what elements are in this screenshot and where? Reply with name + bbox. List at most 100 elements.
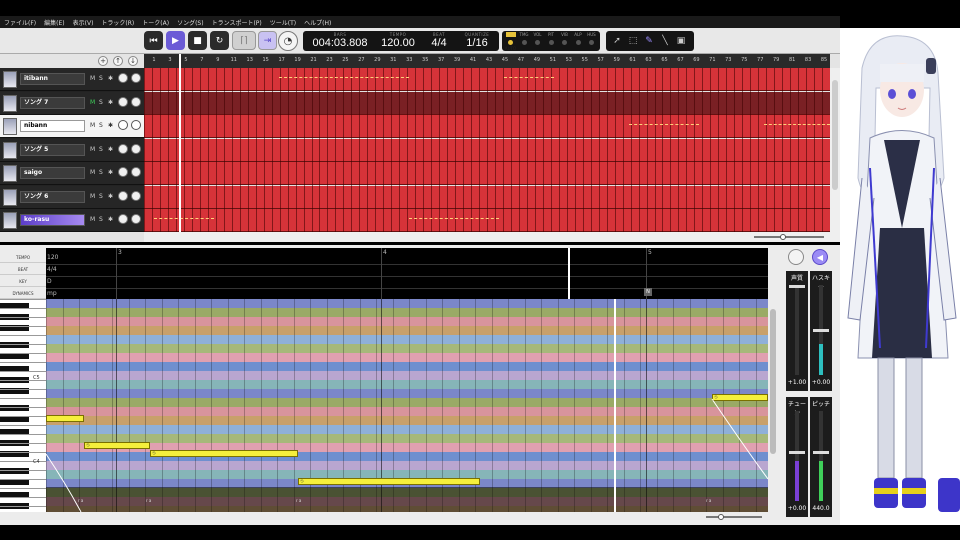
roll-vertical-scrollbar[interactable] — [768, 299, 778, 512]
fx-icon[interactable]: ✱ — [108, 193, 113, 200]
key-change-marker[interactable]: N — [644, 288, 652, 296]
pencil-icon[interactable]: ✎ — [642, 33, 656, 49]
slider-track[interactable] — [795, 285, 799, 375]
param-value[interactable]: +1.00 — [786, 379, 808, 386]
track-vertical-scrollbar[interactable] — [830, 68, 840, 232]
voice-avatar[interactable] — [3, 94, 17, 112]
param-toggle[interactable]: HUS — [585, 31, 598, 51]
piano-keyboard[interactable]: C5 C4 — [0, 299, 46, 512]
fx-icon[interactable]: ✱ — [108, 99, 113, 106]
menu-item[interactable]: トラック(R) — [101, 18, 134, 27]
roll-horizontal-scrollbar[interactable] — [46, 512, 778, 522]
param-value[interactable]: 440.0 — [810, 505, 832, 512]
menu-item[interactable]: トランスポート(P) — [212, 18, 262, 27]
roll-scroll-thumb[interactable] — [770, 309, 776, 454]
skip-to-start-icon[interactable]: ⏮ — [144, 31, 163, 50]
voice-avatar[interactable] — [3, 165, 17, 182]
track-horizontal-scrollbar[interactable] — [144, 232, 840, 242]
menu-item[interactable]: ソング(S) — [177, 18, 204, 27]
timeline-ruler[interactable]: 1 3 5 7 9 11 13 15 17 19 21 23 25 27 29 31 33 35 37 39 41 43 4… — [144, 54, 830, 68]
voice-avatar[interactable] — [3, 71, 17, 88]
slider-track[interactable] — [795, 411, 799, 501]
voice-avatar[interactable] — [3, 212, 17, 229]
track-name[interactable]: ソング 7 — [20, 96, 85, 109]
roll-zoom-handle[interactable] — [718, 514, 724, 520]
add-track-icon[interactable]: + — [98, 56, 108, 66]
track-name[interactable]: nibann — [20, 120, 85, 132]
metronome-icon[interactable]: ◔ — [278, 31, 298, 51]
stop-icon[interactable]: ■ — [188, 31, 207, 50]
fx-icon[interactable]: ✱ — [108, 146, 113, 153]
param-toggle[interactable]: TMG — [518, 31, 531, 51]
volume-knob[interactable] — [118, 190, 128, 201]
track-name[interactable]: ko-rasu — [20, 214, 85, 226]
tempo-value[interactable]: 120.00 — [375, 37, 421, 49]
voice-avatar[interactable] — [3, 188, 17, 206]
follow-playhead-icon[interactable]: ⇥ — [258, 31, 277, 50]
move-down-icon[interactable]: ↓ — [128, 56, 138, 66]
roll-playhead[interactable] — [614, 299, 616, 512]
black-key[interactable] — [0, 342, 29, 348]
roll-row-value[interactable]: D — [47, 278, 52, 285]
menu-item[interactable]: トーク(A) — [142, 18, 169, 27]
play-icon[interactable]: ▶ — [166, 31, 185, 50]
track-header[interactable]: ソング 6 M S ✱ — [0, 185, 144, 209]
voice-avatar[interactable] — [3, 118, 17, 135]
pan-knob[interactable] — [131, 73, 141, 83]
slider-handle[interactable] — [789, 285, 805, 288]
mute-button[interactable]: M — [90, 99, 95, 106]
quantize-value[interactable]: 1/16 — [457, 37, 497, 49]
mute-button[interactable]: M — [90, 216, 95, 223]
mute-button[interactable]: M — [90, 122, 95, 129]
param-toggle[interactable]: VOL — [531, 31, 544, 51]
solo-button[interactable]: S — [99, 99, 103, 106]
solo-button[interactable]: S — [99, 169, 103, 176]
volume-knob[interactable] — [118, 120, 128, 130]
pan-knob[interactable] — [131, 190, 141, 201]
pan-knob[interactable] — [131, 167, 141, 177]
zoom-slider[interactable] — [754, 236, 824, 238]
param-slider[interactable]: ハスキー+0.00 — [810, 271, 832, 391]
param-toggle[interactable]: PIT — [545, 31, 558, 51]
param-value[interactable]: +0.00 — [786, 505, 808, 512]
fx-icon[interactable]: ✱ — [108, 169, 113, 176]
solo-button[interactable]: S — [99, 216, 103, 223]
mute-button[interactable]: M — [90, 146, 95, 153]
mute-button[interactable]: M — [90, 193, 95, 200]
solo-button[interactable]: S — [99, 75, 103, 82]
solo-button[interactable]: S — [99, 146, 103, 153]
track-header[interactable]: nibann M S ✱ — [0, 115, 144, 138]
volume-knob[interactable] — [118, 96, 128, 107]
slider-track[interactable] — [819, 411, 823, 501]
fx-icon[interactable]: ✱ — [108, 216, 113, 223]
scroll-thumb[interactable] — [832, 80, 838, 190]
slider-handle[interactable] — [789, 451, 805, 454]
beat-value[interactable]: 4/4 — [421, 37, 457, 49]
mute-button[interactable]: M — [90, 75, 95, 82]
playhead[interactable] — [179, 54, 181, 232]
volume-knob[interactable] — [118, 143, 128, 154]
track-timeline[interactable] — [144, 68, 831, 232]
roll-row-value[interactable]: mp — [47, 290, 57, 297]
roll-row-value[interactable]: 120 — [47, 254, 58, 261]
volume-knob[interactable] — [118, 214, 128, 224]
move-up-icon[interactable]: ↑ — [113, 56, 123, 66]
track-name[interactable]: itibann — [20, 73, 85, 85]
param-toggle[interactable]: VIB — [558, 31, 571, 51]
pan-knob[interactable] — [131, 120, 141, 130]
black-key[interactable] — [0, 405, 29, 411]
roll-zoom-slider[interactable] — [706, 516, 762, 518]
solo-button[interactable]: S — [99, 193, 103, 200]
slider-handle[interactable] — [813, 329, 829, 332]
menu-item[interactable]: ヘルプ(H) — [304, 18, 331, 27]
fx-icon[interactable]: ✱ — [108, 75, 113, 82]
voice-avatar[interactable] — [3, 141, 17, 159]
track-header[interactable]: ソング 5 M S ✱ — [0, 138, 144, 162]
track-header[interactable]: saigo M S ✱ — [0, 162, 144, 185]
roll-row-value[interactable]: 4/4 — [47, 266, 57, 273]
param-toggle[interactable]: AUTO — [504, 31, 517, 51]
note-grid[interactable]: ららららr ar ar ar a — [46, 299, 768, 512]
menu-item[interactable]: 編集(E) — [44, 18, 64, 27]
pan-knob[interactable] — [131, 143, 141, 154]
black-key[interactable] — [0, 468, 29, 474]
